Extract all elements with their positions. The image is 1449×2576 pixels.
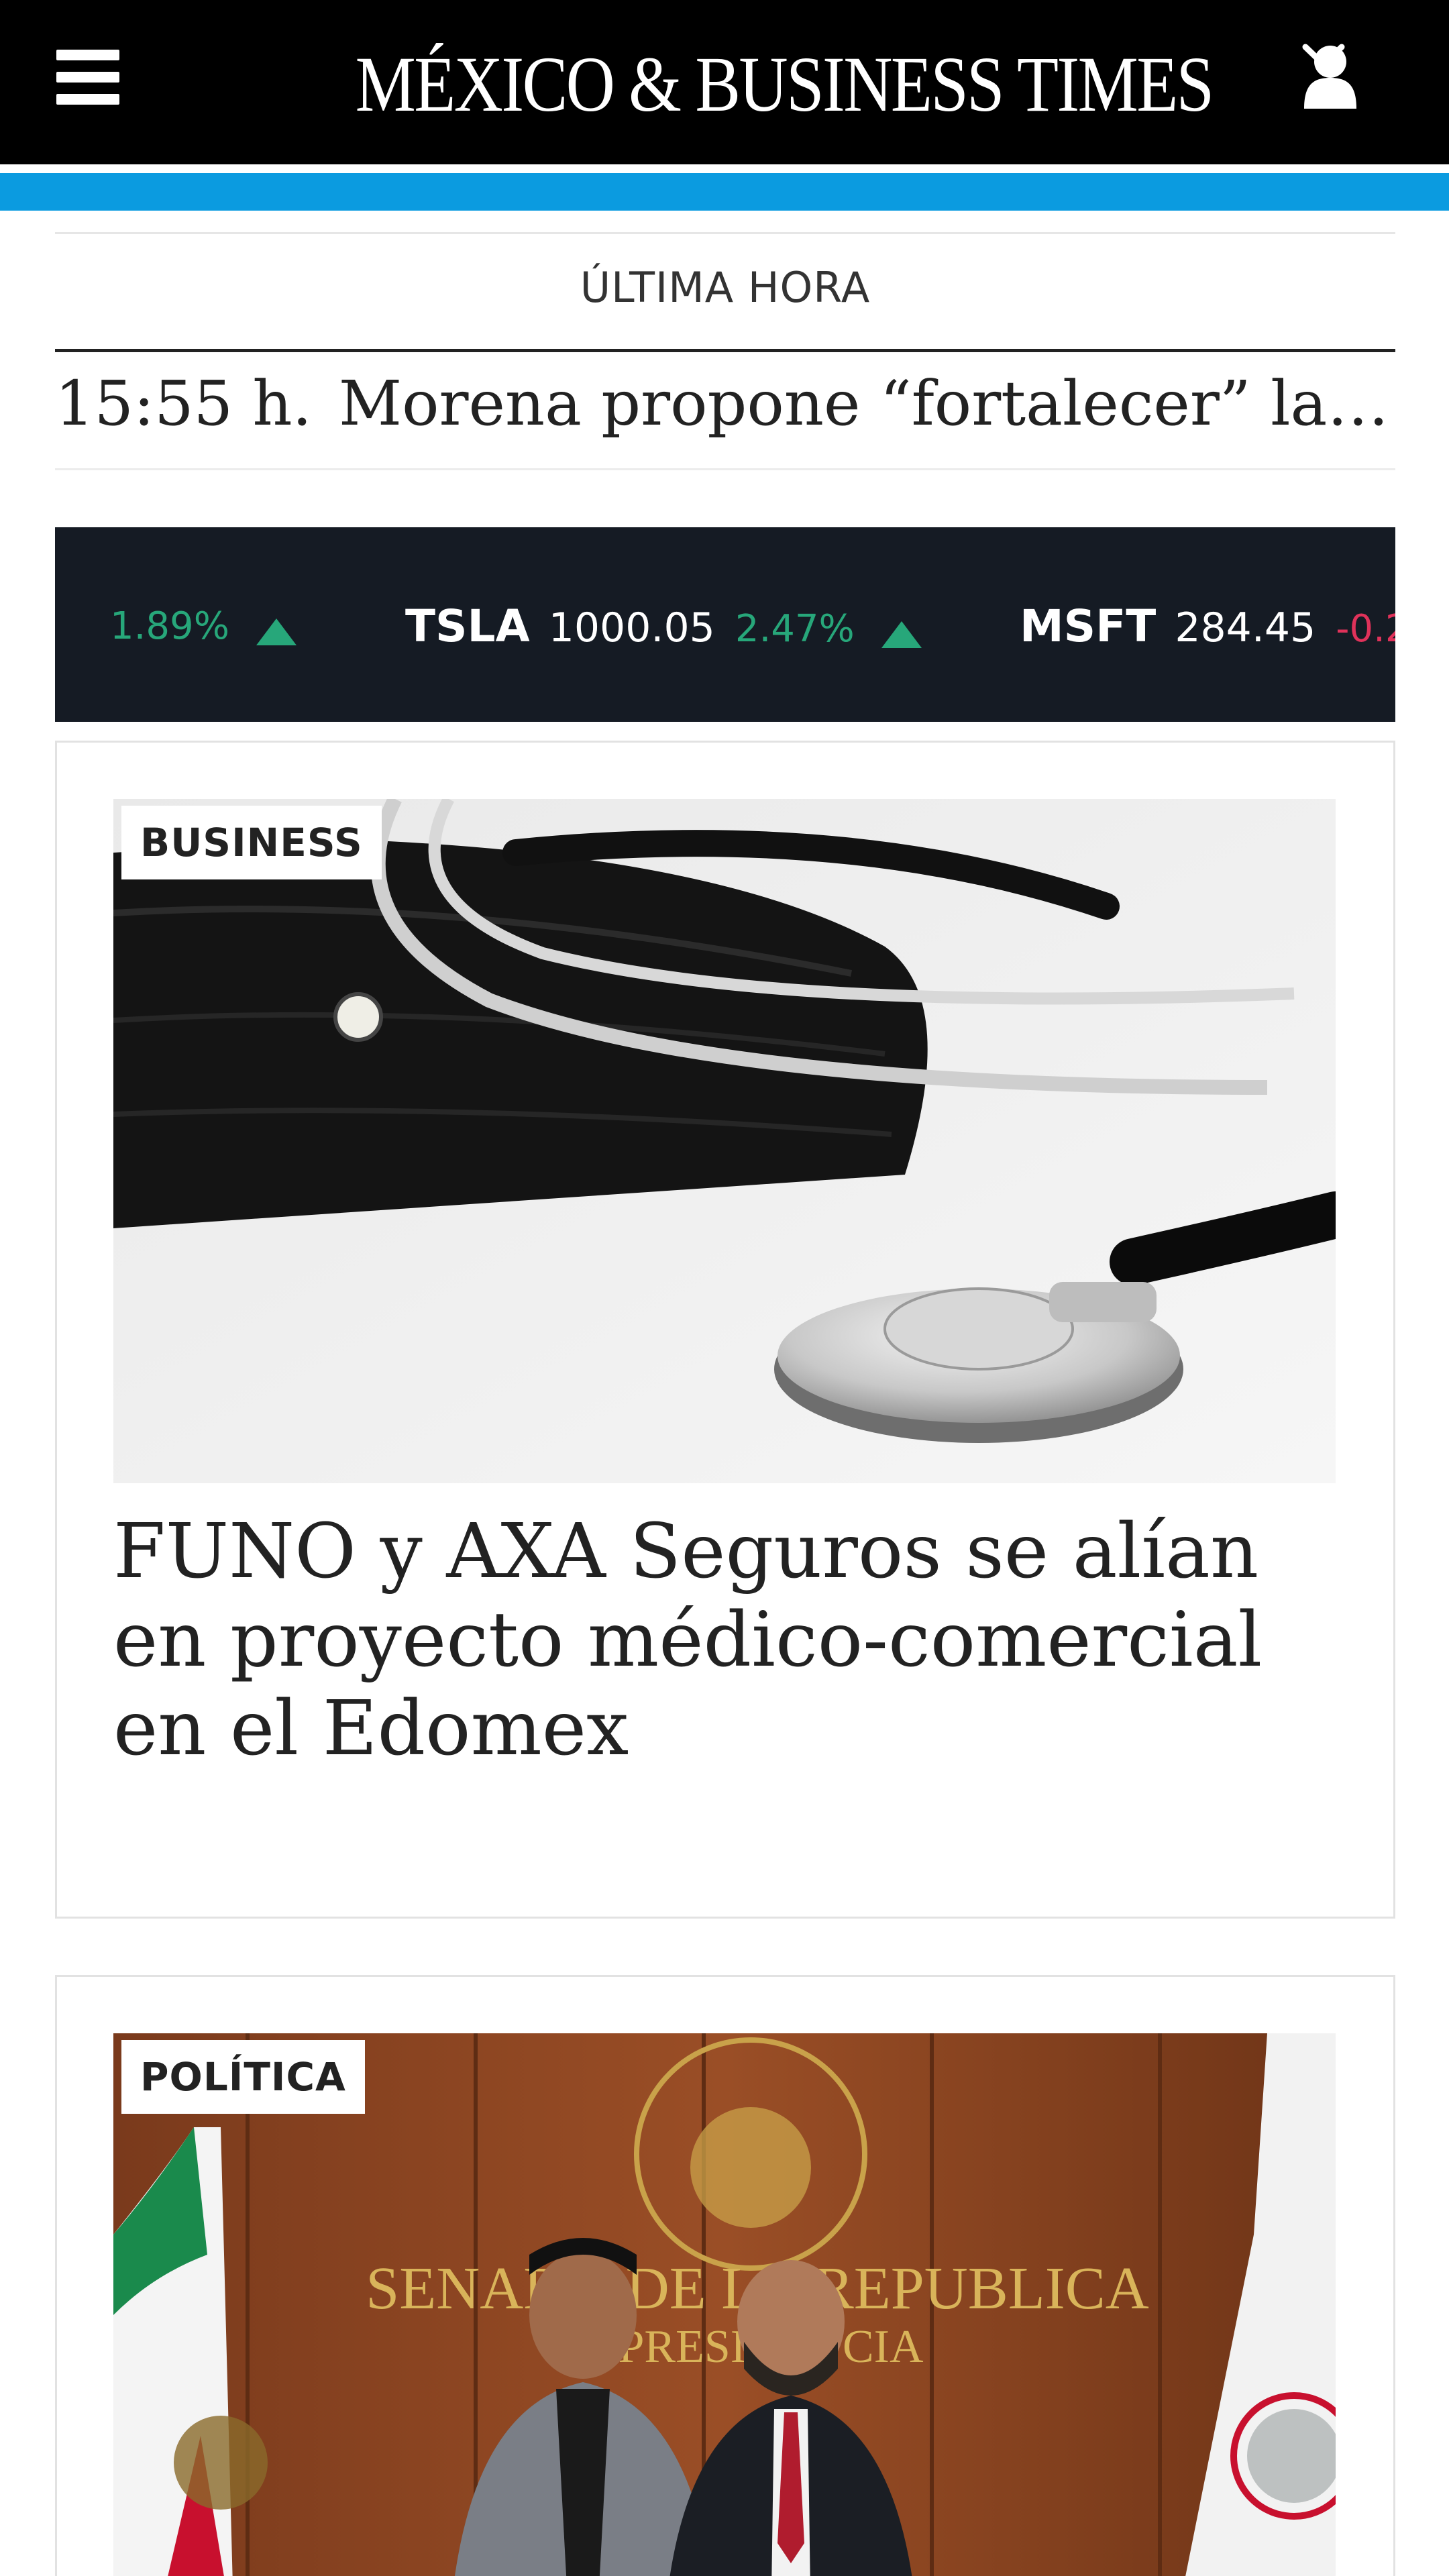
ticker-symbol: TSLA [405,600,530,652]
arrow-up-icon [256,618,297,645]
divider [55,349,1395,352]
ticker-item[interactable]: TSLA 1000.05 2.47% [405,600,922,653]
category-badge[interactable]: BUSINESS [121,806,382,879]
stethoscope-image [113,799,1336,1483]
breaking-news-link[interactable]: 15:55 h. Morena propone “fortalecer” la f… [55,368,1395,441]
ticker-change: -0.28 [1336,607,1395,651]
divider [55,468,1395,470]
ticker-item[interactable]: 1.89% [110,600,297,653]
ticker-change: 1.89% [110,604,229,648]
chevron-down-icon [1302,44,1345,68]
ticker-symbol: MSFT [1020,600,1157,652]
article-image-senate[interactable]: SENADO DE LA REPUBLICA PRESIDENCIA POLÍT… [113,2033,1336,2576]
arrow-up-icon [881,621,922,648]
accent-band [0,173,1449,211]
ticker-price: 284.45 [1175,604,1316,651]
ticker-item[interactable]: MSFT 284.45 -0.28 [1020,600,1395,653]
user-menu-button[interactable] [1301,43,1422,117]
article-card[interactable]: SENADO DE LA REPUBLICA PRESIDENCIA POLÍT… [55,1975,1395,2576]
article-headline[interactable]: FUNO y AXA Seguros se alían en proyecto … [113,1507,1336,1773]
article-card[interactable]: BUSINESS FUNO y AXA Seguros se alían en … [55,741,1395,1919]
hamburger-menu-icon[interactable] [56,50,119,105]
category-badge[interactable]: POLÍTICA [121,2040,365,2114]
article-image-stethoscope[interactable]: BUSINESS [113,799,1336,1483]
breaking-headline: Morena propone “fortalecer” la fig... [338,368,1395,439]
ticker-price: 1000.05 [548,604,715,651]
senate-photo-image: SENADO DE LA REPUBLICA PRESIDENCIA [113,2033,1336,2576]
stock-ticker[interactable]: 1.89% TSLA 1000.05 2.47% MSFT 284.45 -0.28 [55,527,1395,722]
site-logo[interactable]: MÉXICO & BUSINESS TIMES [356,38,1215,131]
ticker-change: 2.47% [735,607,855,651]
divider [55,232,1395,234]
breaking-time: 15:55 h. [55,368,312,439]
site-header: MÉXICO & BUSINESS TIMES [0,0,1449,164]
breaking-section-label: ÚLTIMA HORA [580,263,871,312]
